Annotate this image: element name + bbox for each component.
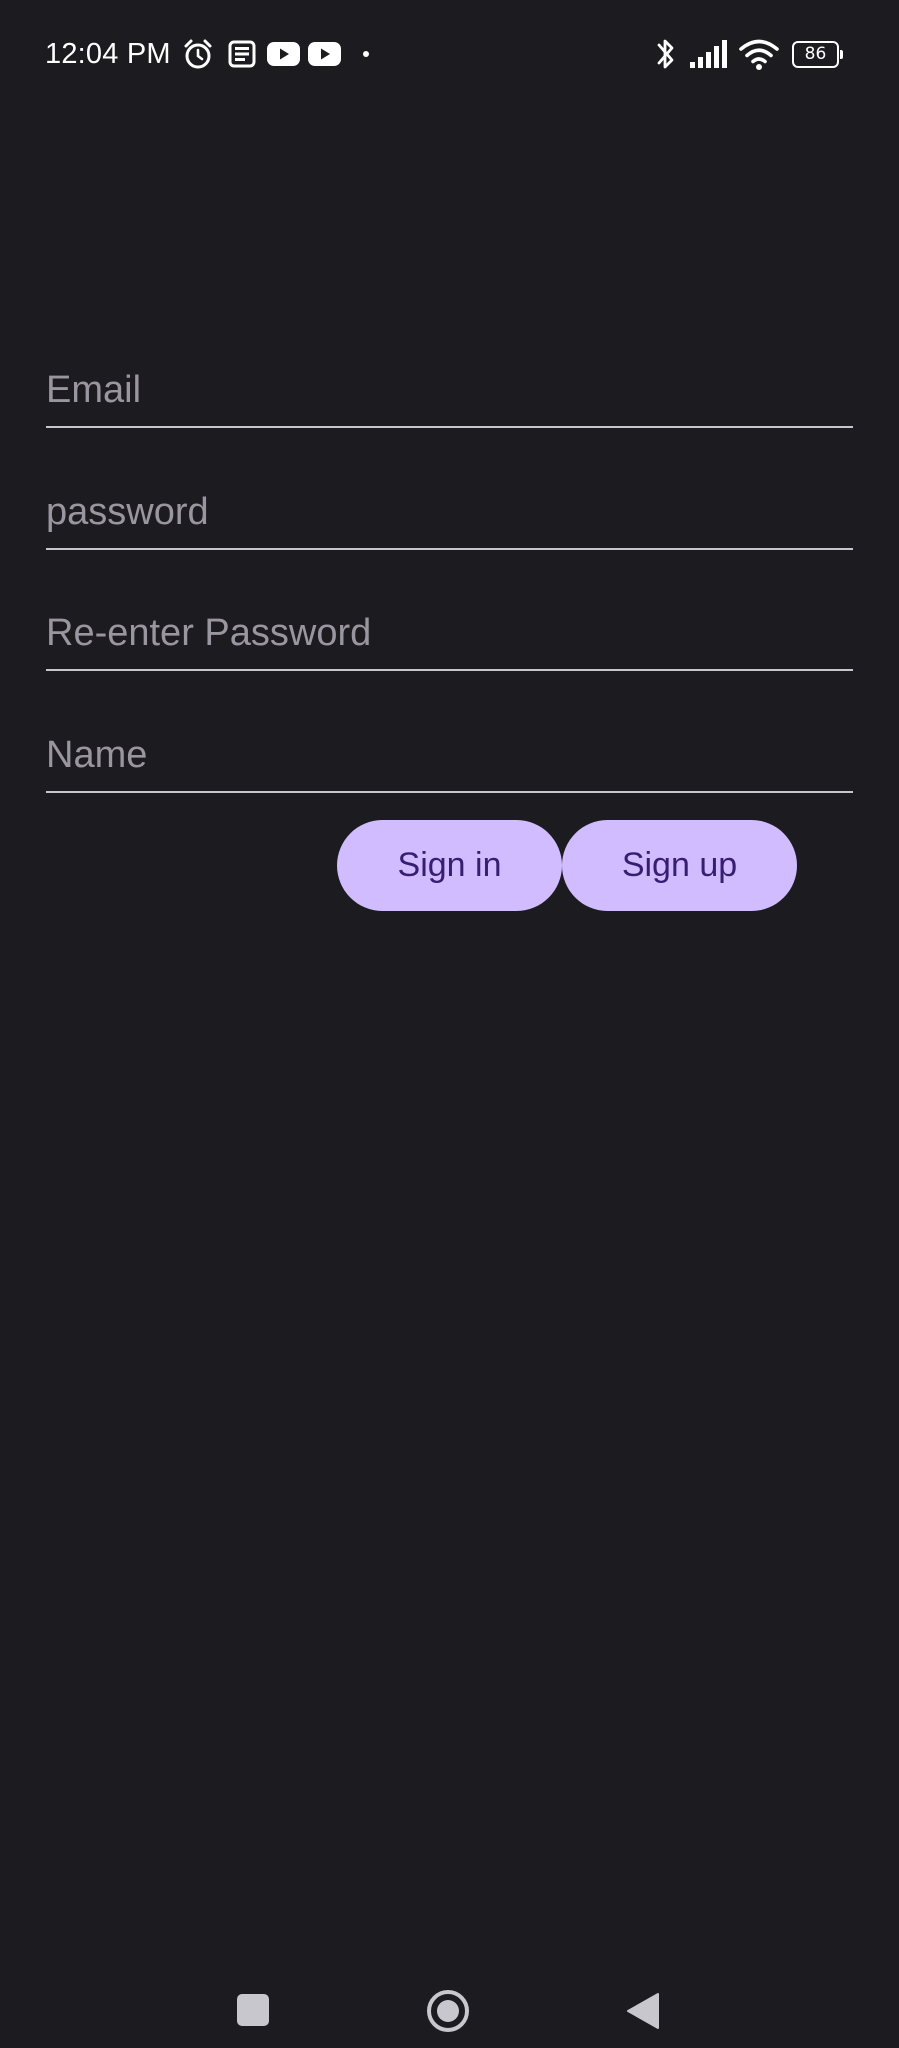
email-field: [46, 348, 853, 428]
sign-in-button[interactable]: Sign in: [337, 820, 562, 911]
name-field: [46, 713, 853, 793]
reenter-password-input[interactable]: [46, 603, 853, 663]
status-time: 12:04 PM: [45, 38, 171, 70]
youtube-icon: [308, 42, 341, 66]
navigation-bar: [0, 1940, 899, 2048]
sign-up-button[interactable]: Sign up: [562, 820, 797, 911]
home-circle-icon[interactable]: [426, 1989, 470, 2033]
news-icon: [228, 40, 256, 68]
reenter-password-field: [46, 591, 853, 671]
password-input[interactable]: [46, 482, 853, 542]
youtube-icon: [267, 42, 300, 66]
alarm-icon: [184, 39, 212, 69]
bluetooth-icon: [657, 39, 674, 69]
recents-square-icon[interactable]: [236, 1993, 270, 2027]
battery-level: 86: [804, 44, 827, 64]
signal-icon: [690, 40, 727, 68]
battery-tip: [840, 50, 843, 59]
status-bar: 12:04 PM 86: [0, 0, 899, 108]
back-triangle-icon[interactable]: [626, 1992, 660, 2030]
password-field: [46, 470, 853, 550]
wifi-icon: [739, 39, 779, 70]
email-input[interactable]: [46, 360, 853, 420]
name-input[interactable]: [46, 725, 853, 785]
dot-icon: [363, 51, 369, 57]
battery-icon: 86: [792, 41, 843, 68]
